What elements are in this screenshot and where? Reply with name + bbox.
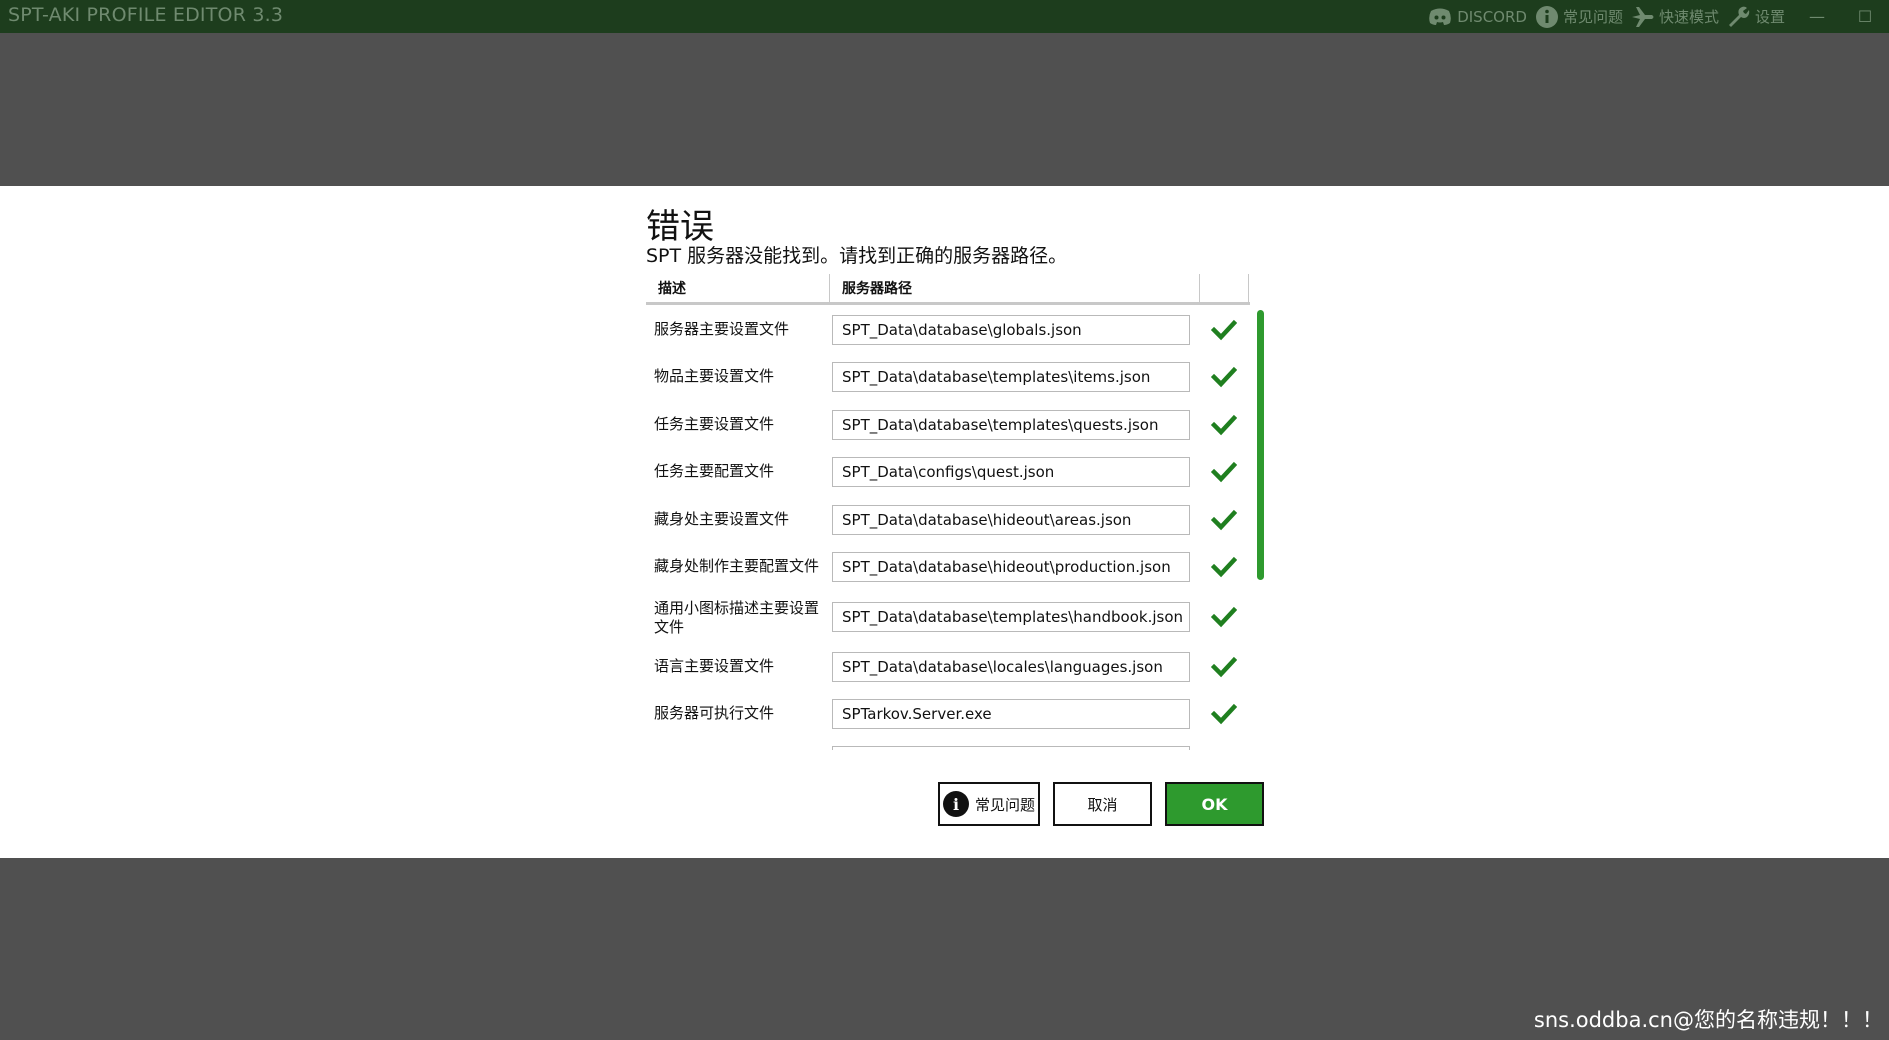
info-icon: [1535, 5, 1558, 28]
grid-scrollbar[interactable]: [1257, 310, 1264, 580]
title-bar: SPT-AKI PROFILE EDITOR 3.3 DISCORD 常见问题 …: [0, 0, 1889, 33]
column-divider: [1248, 274, 1249, 304]
server-path-input[interactable]: [832, 746, 1190, 750]
server-path-input[interactable]: SPT_Data\configs\quest.json: [832, 457, 1190, 487]
settings-label: 设置: [1754, 8, 1785, 26]
check-icon: [1211, 319, 1237, 341]
server-path-input[interactable]: SPT_Data\database\locales\languages.json: [832, 652, 1190, 682]
row-description: 任务主要配置文件: [654, 462, 775, 480]
grid-row: 藏身处主要设置文件 SPT_Data\database\hideout\areas…: [646, 498, 1250, 542]
grid-row: 服务器主要设置文件 SPT_Data\database\globals.json: [646, 308, 1250, 352]
grid-row: 物品主要设置文件 SPT_Data\database\templates\item…: [646, 355, 1250, 399]
server-path-input[interactable]: SPTarkov.Server.exe: [832, 699, 1190, 729]
wrench-icon: [1728, 6, 1750, 27]
faq-button-label: 常见问题: [974, 795, 1035, 814]
row-description: 任务主要设置文件: [654, 415, 775, 433]
settings-button[interactable]: 设置: [1727, 5, 1785, 29]
server-path-input[interactable]: SPT_Data\database\templates\handbook.jso…: [832, 602, 1190, 632]
grid-header: 描述 服务器路径: [646, 274, 1250, 305]
server-path-input[interactable]: SPT_Data\database\templates\quests.json: [832, 410, 1190, 440]
column-header-server-path[interactable]: 服务器路径: [842, 274, 912, 302]
app-title: SPT-AKI PROFILE EDITOR 3.3: [8, 4, 284, 26]
info-icon: i: [942, 791, 969, 817]
check-icon: [1211, 366, 1237, 388]
server-path-input[interactable]: SPT_Data\database\hideout\areas.json: [832, 505, 1190, 535]
row-description: 藏身处主要设置文件: [654, 510, 790, 528]
grid-row: 通用小图标描述主要设置文件 SPT_Data\database\templates…: [646, 595, 1250, 639]
minimize-button[interactable]: —: [1793, 0, 1841, 33]
paths-grid: 服务器主要设置文件 SPT_Data\database\globals.json 物…: [646, 308, 1258, 750]
grid-row: 任务主要设置文件 SPT_Data\database\templates\ques…: [646, 403, 1250, 447]
check-icon: [1211, 414, 1237, 436]
fast-mode-label: 快速模式: [1658, 8, 1719, 26]
faq-button[interactable]: i 常见问题: [938, 782, 1040, 826]
row-description: 通用小图标描述主要设置文件: [654, 599, 820, 636]
faq-title-button[interactable]: 常见问题: [1535, 5, 1623, 29]
cancel-button[interactable]: 取消: [1053, 782, 1152, 826]
column-header-description[interactable]: 描述: [658, 274, 686, 302]
check-icon: [1211, 656, 1237, 678]
airplane-icon: [1631, 6, 1654, 27]
fast-mode-button[interactable]: 快速模式: [1631, 6, 1719, 28]
row-description: 物品主要设置文件: [654, 367, 775, 385]
grid-row: 任务主要配置文件 SPT_Data\configs\quest.json: [646, 450, 1250, 494]
grid-row: 语言主要设置文件 SPT_Data\database\locales\langua…: [646, 645, 1250, 689]
grid-row: 藏身处制作主要配置文件 SPT_Data\database\hideout\pro…: [646, 545, 1250, 589]
grid-row: 服务器可执行文件 SPTarkov.Server.exe: [646, 692, 1250, 736]
server-path-input[interactable]: SPT_Data\database\globals.json: [832, 315, 1190, 345]
check-icon: [1211, 703, 1237, 725]
check-icon: [1211, 509, 1237, 531]
server-path-input[interactable]: SPT_Data\database\hideout\production.jso…: [832, 552, 1190, 582]
watermark: sns.oddba.cn@您的名称违规！！！: [1533, 1008, 1883, 1032]
row-description: 藏身处制作主要配置文件: [654, 557, 820, 575]
ok-button[interactable]: OK: [1165, 782, 1264, 826]
maximize-button[interactable]: ☐: [1841, 0, 1889, 33]
title-bar-actions: DISCORD 常见问题 快速模式 设置 — ☐: [1427, 0, 1889, 33]
check-icon: [1211, 606, 1237, 628]
cancel-button-label: 取消: [1087, 795, 1118, 814]
check-icon: [1211, 461, 1237, 483]
column-divider[interactable]: [829, 274, 830, 304]
dialog-message: SPT 服务器没能找到。请找到正确的服务器路径。: [646, 245, 1068, 267]
row-description: 服务器可执行文件: [654, 704, 775, 722]
check-icon: [1211, 556, 1237, 578]
row-description: 语言主要设置文件: [654, 657, 775, 675]
row-description: 服务器主要设置文件: [654, 320, 790, 338]
faq-title-label: 常见问题: [1562, 8, 1623, 26]
server-path-input[interactable]: SPT_Data\database\templates\items.json: [832, 362, 1190, 392]
column-divider[interactable]: [1199, 274, 1200, 304]
discord-icon: [1429, 8, 1452, 25]
discord-label: DISCORD: [1457, 7, 1527, 26]
ok-button-label: OK: [1201, 794, 1228, 814]
discord-button[interactable]: DISCORD: [1427, 7, 1527, 27]
